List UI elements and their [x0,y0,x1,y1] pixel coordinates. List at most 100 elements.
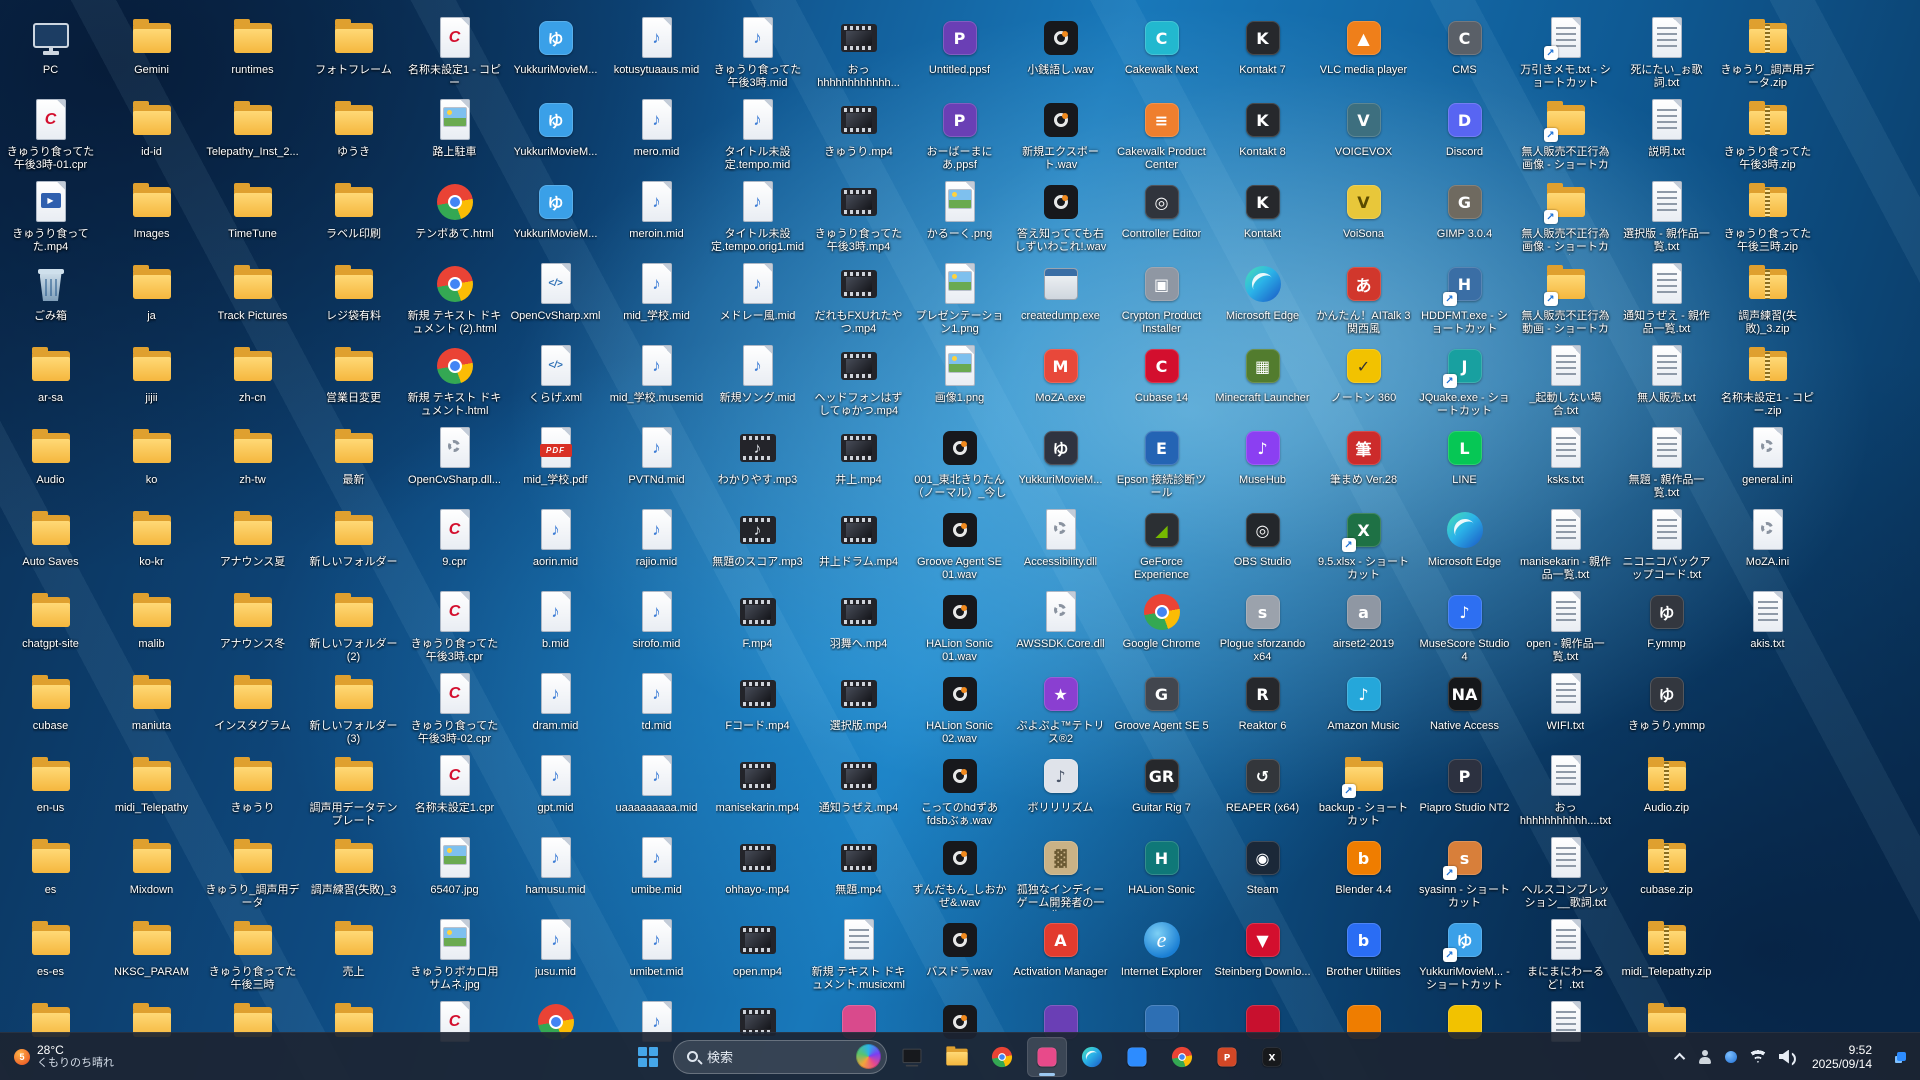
desktop-icon[interactable]: ♪MuseScore Studio 4 [1414,584,1515,666]
desktop-icon[interactable]: AWSSDK.Core.dll [1010,584,1111,666]
desktop-icon[interactable]: AActivation Manager [1010,912,1111,994]
desktop-icon[interactable]: ▦Minecraft Launcher [1212,338,1313,420]
desktop-icon[interactable]: 新しいフォルダー (2) [303,584,404,666]
desktop-icon[interactable]: J↗JQuake.exe - ショートカット [1414,338,1515,420]
desktop-icon[interactable]: umibet.mid [606,912,707,994]
desktop-icon[interactable]: 売上 [303,912,404,994]
desktop-icon[interactable]: 最新 [303,420,404,502]
desktop-icon[interactable]: WIFI.txt [1515,666,1616,748]
desktop-icon[interactable]: kotusytuaaus.mid [606,10,707,92]
desktop-icon[interactable]: ヘルスコンプレッション__歌詞.txt [1515,830,1616,912]
desktop-icon[interactable]: 新しいフォルダー (3) [303,666,404,748]
desktop-icon[interactable]: en-us [0,748,101,830]
desktop-icon[interactable]: アナウンス夏 [202,502,303,584]
desktop-icon[interactable]: 9.cpr [404,502,505,584]
clock[interactable]: 9:52 2025/09/14 [1808,1041,1876,1073]
desktop-icon[interactable]: manisekarin.mp4 [707,748,808,830]
desktop-icon[interactable]: open.mp4 [707,912,808,994]
desktop-icon[interactable]: VVOICEVOX [1313,92,1414,174]
desktop-icon[interactable]: Gemini [101,10,202,92]
desktop-icon[interactable]: hamusu.mid [505,830,606,912]
desktop-icon[interactable]: きゅうり_調声用データ.zip [1717,10,1818,92]
desktop-icon[interactable]: midi_Telepathy.zip [1616,912,1717,994]
desktop-icon[interactable]: ko-kr [101,502,202,584]
desktop-icon[interactable]: 選択版.mp4 [808,666,909,748]
desktop-icon[interactable]: EEpson 接続診断ツール [1111,420,1212,502]
desktop-icon[interactable]: 新規 テキスト ドキュメント.musicxml [808,912,909,994]
desktop-icon[interactable]: aorin.mid [505,502,606,584]
desktop-icon[interactable]: 死にたい_ぉ歌詞.txt [1616,10,1717,92]
desktop-icon[interactable]: アナウンス冬 [202,584,303,666]
desktop-icon[interactable]: zh-tw [202,420,303,502]
desktop-icon[interactable]: 画像1.png [909,338,1010,420]
desktop-icon[interactable]: Internet Explorer [1111,912,1212,994]
desktop-icon[interactable]: 新規ソング.mid [707,338,808,420]
desktop-icon[interactable]: OpenCvSharp.xml [505,256,606,338]
desktop-icon[interactable]: ゆYukkuriMovieM... [505,10,606,92]
desktop-icon[interactable]: ◢GeForce Experience [1111,502,1212,584]
desktop-icon[interactable]: タイトル未設定.tempo.mid [707,92,808,174]
desktop-icon[interactable]: 65407.jpg [404,830,505,912]
desktop-icon[interactable]: ▓孤独なインディーゲーム開発者の一生... [1010,830,1111,912]
desktop-icon[interactable]: s↗syasinn - ショートカット [1414,830,1515,912]
desktop-icon[interactable]: general.ini [1717,420,1818,502]
desktop-icon[interactable]: sirofo.mid [606,584,707,666]
desktop-icon[interactable]: CCMS [1414,10,1515,92]
desktop-icon[interactable]: mero.mid [606,92,707,174]
desktop-icon[interactable]: 答え知ってても右しずいわこれ!.wav [1010,174,1111,256]
desktop-icon[interactable]: bBlender 4.4 [1313,830,1414,912]
desktop-icon[interactable]: きゅうりボカロ用サムネ.jpg [404,912,505,994]
task-view-button[interactable] [892,1037,932,1077]
desktop-icon[interactable]: DDiscord [1414,92,1515,174]
desktop-icon[interactable]: ◎OBS Studio [1212,502,1313,584]
desktop-icon[interactable]: _起動しない場合.txt [1515,338,1616,420]
desktop-icon[interactable]: F.mp4 [707,584,808,666]
desktop-icon[interactable]: Microsoft Edge [1212,256,1313,338]
chrome-button[interactable] [982,1037,1022,1077]
desktop-icon[interactable]: akis.txt [1717,584,1818,666]
desktop-icon[interactable]: ◉Steam [1212,830,1313,912]
desktop-icon[interactable]: テンポあて.html [404,174,505,256]
desktop-icon[interactable]: ≡Cakewalk Product Center [1111,92,1212,174]
desktop-icon[interactable]: PC [0,10,101,92]
desktop-icon[interactable]: MoZA.ini [1717,502,1818,584]
desktop-icon[interactable]: ↺REAPER (x64) [1212,748,1313,830]
desktop-icon[interactable]: わかりやす.mp3 [707,420,808,502]
desktop-icon[interactable]: KKontakt [1212,174,1313,256]
desktop-icon[interactable]: インスタグラム [202,666,303,748]
desktop-icon[interactable]: きゅうり食ってた午後3時.cpr [404,584,505,666]
desktop-icon[interactable]: chatgpt-site [0,584,101,666]
desktop-icon[interactable]: 無人販売.txt [1616,338,1717,420]
volume-icon[interactable] [1779,1050,1796,1064]
desktop-icon[interactable]: 調声練習(失敗)_3 [303,830,404,912]
desktop-icon[interactable]: PVTNd.mid [606,420,707,502]
desktop-icon[interactable]: malib [101,584,202,666]
desktop-icon[interactable]: ニコニコバックアップコード.txt [1616,502,1717,584]
start-button[interactable] [628,1037,668,1077]
desktop-icon[interactable]: 筆筆まめ Ver.28 [1313,420,1414,502]
desktop-icon[interactable]: KKontakt 7 [1212,10,1313,92]
desktop-icon[interactable]: 調声用データテンプレート [303,748,404,830]
media-app-button[interactable] [1027,1037,1067,1077]
desktop-icon[interactable]: ♪Amazon Music [1313,666,1414,748]
desktop-icon[interactable]: きゅうり.mp4 [808,92,909,174]
desktop-icon[interactable]: 名称未設定1 - コピー [404,10,505,92]
desktop-icon[interactable]: KKontakt 8 [1212,92,1313,174]
desktop-icon[interactable]: RReaktor 6 [1212,666,1313,748]
desktop-icon[interactable]: Images [101,174,202,256]
desktop-icon[interactable]: 説明.txt [1616,92,1717,174]
desktop-icon[interactable]: CCubase 14 [1111,338,1212,420]
desktop-icon[interactable]: Audio.zip [1616,748,1717,830]
desktop-icon[interactable]: Microsoft Edge [1414,502,1515,584]
desktop-icon[interactable]: Fコード.mp4 [707,666,808,748]
desktop-icon[interactable]: あかんたん！AITalk 3 関西風 [1313,256,1414,338]
desktop-icon[interactable]: GRGuitar Rig 7 [1111,748,1212,830]
desktop-icon[interactable]: TimeTune [202,174,303,256]
desktop-icon[interactable]: 小銭語し.wav [1010,10,1111,92]
blue-app-button[interactable] [1117,1037,1157,1077]
desktop-icon[interactable]: MMoZA.exe [1010,338,1111,420]
desktop-icon[interactable]: PPiapro Studio NT2 [1414,748,1515,830]
desktop-icon[interactable]: おっhhhhhhhhhhhh... [808,10,909,92]
desktop-icon[interactable]: Mixdown [101,830,202,912]
desktop-icon[interactable]: mid_学校.pdf [505,420,606,502]
